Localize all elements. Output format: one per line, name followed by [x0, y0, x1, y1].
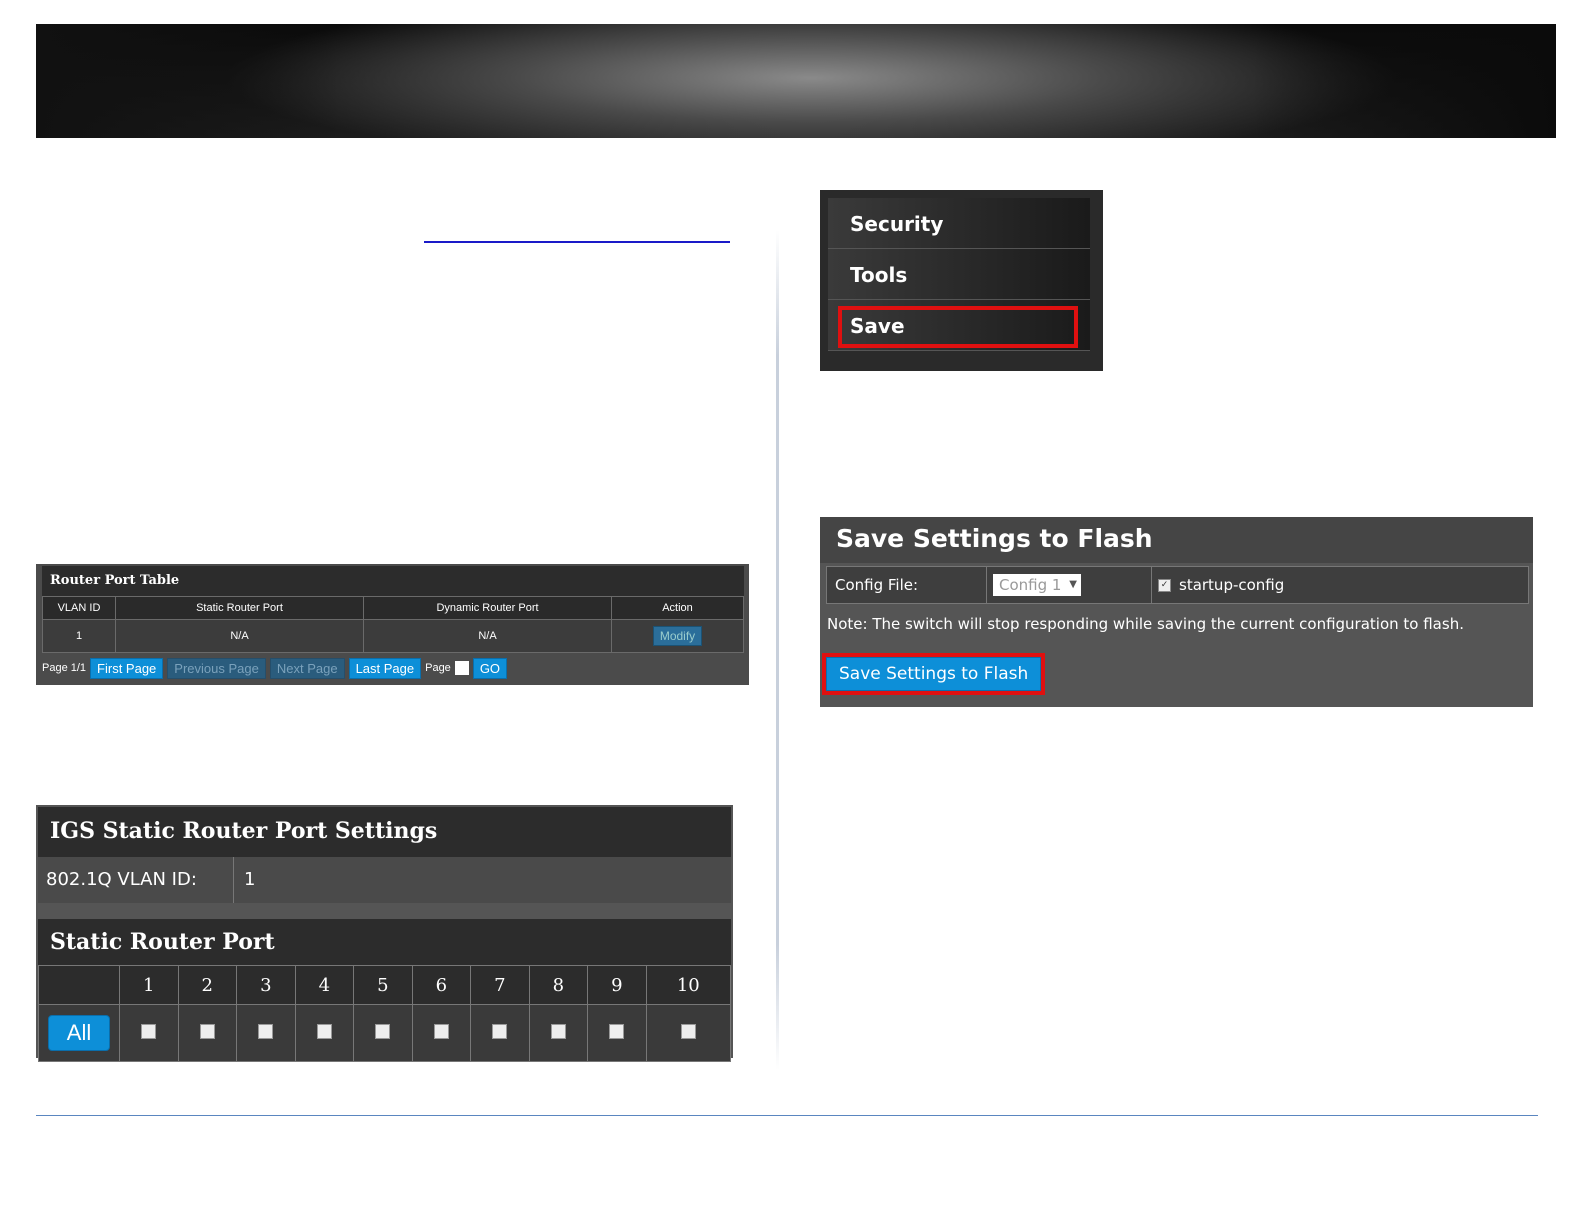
port-checkbox[interactable]	[141, 1023, 157, 1039]
col-static-router-port: Static Router Port	[115, 596, 364, 620]
next-page-button[interactable]: Next Page	[269, 657, 345, 679]
port-header: 10	[645, 965, 732, 1005]
save-settings-panel: Save Settings to Flash Config File: Conf…	[820, 517, 1533, 707]
router-port-table-panel: Router Port Table VLAN ID Static Router …	[36, 564, 749, 685]
page-number-input[interactable]	[454, 661, 469, 675]
first-page-button[interactable]: First Page	[90, 657, 164, 679]
page-info: Page 1/1	[42, 662, 87, 674]
port-checkbox[interactable]	[550, 1023, 566, 1039]
port-header: 1	[119, 965, 179, 1005]
col-dynamic-router-port: Dynamic Router Port	[363, 596, 612, 620]
port-header: 7	[470, 965, 530, 1005]
port-header-blank	[38, 965, 120, 1005]
col-action: Action	[611, 596, 744, 620]
col-vlan-id: VLAN ID	[42, 596, 116, 620]
save-highlight-box	[838, 306, 1078, 348]
port-grid: 1 2 3 4 5 6 7 8 9 10 All	[38, 965, 732, 1062]
port-header-row: 1 2 3 4 5 6 7 8 9 10	[38, 965, 732, 1005]
vlan-id-row: 802.1Q VLAN ID: 1	[38, 857, 731, 903]
save-settings-button[interactable]: Save Settings to Flash	[826, 657, 1042, 691]
hyperlink-underline[interactable]	[424, 241, 730, 243]
port-header: 3	[236, 965, 296, 1005]
port-checkbox[interactable]	[199, 1023, 215, 1039]
cell-action: Modify	[611, 619, 744, 653]
port-header: 4	[294, 965, 355, 1005]
cell-dynamic: N/A	[363, 619, 612, 653]
go-button[interactable]: GO	[472, 657, 508, 679]
port-cell	[528, 1004, 589, 1062]
startup-config-checkbox[interactable]: ✓	[1158, 578, 1171, 592]
table-header-row: VLAN ID Static Router Port Dynamic Route…	[42, 596, 744, 620]
vlan-id-label: 802.1Q VLAN ID:	[38, 857, 234, 903]
port-header: 8	[528, 965, 589, 1005]
port-cell	[470, 1004, 530, 1062]
save-settings-title: Save Settings to Flash	[820, 517, 1533, 563]
menu-item-tools[interactable]: Tools	[828, 249, 1090, 300]
port-cell	[411, 1004, 472, 1062]
port-checkbox[interactable]	[609, 1023, 625, 1039]
port-header: 9	[587, 965, 647, 1005]
port-cell	[294, 1004, 355, 1062]
modify-button[interactable]: Modify	[652, 626, 703, 646]
port-checkbox[interactable]	[492, 1023, 508, 1039]
all-cell: All	[38, 1004, 120, 1062]
startup-config-label: startup-config	[1179, 576, 1285, 594]
port-header: 5	[353, 965, 413, 1005]
footer-rule	[36, 1115, 1538, 1116]
port-cell	[177, 1004, 238, 1062]
config-select-cell: Config 1 ▼	[987, 567, 1152, 603]
cell-vlan-id: 1	[42, 619, 116, 653]
startup-config-cell: ✓ startup-config	[1152, 567, 1284, 603]
igs-static-router-port-panel: IGS Static Router Port Settings 802.1Q V…	[36, 805, 733, 1062]
port-cell	[587, 1004, 647, 1062]
page-label: Page	[425, 662, 451, 674]
port-cell	[119, 1004, 179, 1062]
router-port-table: VLAN ID Static Router Port Dynamic Route…	[42, 596, 744, 653]
port-cell	[236, 1004, 296, 1062]
port-checkbox[interactable]	[375, 1023, 391, 1039]
save-note: Note: The switch will stop responding wh…	[827, 615, 1464, 633]
static-router-port-title: Static Router Port	[38, 919, 731, 965]
pager: Page 1/1 First Page Previous Page Next P…	[42, 656, 508, 680]
igs-title: IGS Static Router Port Settings	[38, 807, 731, 857]
port-checkbox-row: All	[38, 1004, 732, 1062]
config-file-select[interactable]: Config 1 ▼	[993, 574, 1081, 596]
config-file-value: Config 1	[999, 576, 1062, 594]
config-file-row: Config File: Config 1 ▼ ✓ startup-config	[826, 566, 1529, 604]
port-header: 2	[177, 965, 238, 1005]
header-banner	[36, 24, 1556, 138]
column-divider	[776, 230, 779, 1070]
port-checkbox[interactable]	[316, 1023, 332, 1039]
save-button-highlight: Save Settings to Flash	[822, 653, 1046, 695]
cell-static: N/A	[115, 619, 364, 653]
all-button[interactable]: All	[47, 1015, 111, 1051]
config-file-label: Config File:	[827, 567, 987, 603]
chevron-down-icon: ▼	[1069, 579, 1077, 590]
table-row: 1 N/A N/A Modify	[42, 619, 744, 653]
port-checkbox[interactable]	[433, 1023, 449, 1039]
port-cell	[353, 1004, 413, 1062]
vlan-id-value: 1	[244, 869, 256, 890]
previous-page-button[interactable]: Previous Page	[167, 657, 266, 679]
port-cell	[645, 1004, 732, 1062]
port-header: 6	[411, 965, 472, 1005]
menu-item-security[interactable]: Security	[828, 198, 1090, 249]
port-checkbox[interactable]	[258, 1023, 274, 1039]
port-checkbox[interactable]	[680, 1023, 696, 1039]
router-port-table-title: Router Port Table	[42, 566, 744, 596]
last-page-button[interactable]: Last Page	[348, 657, 422, 679]
